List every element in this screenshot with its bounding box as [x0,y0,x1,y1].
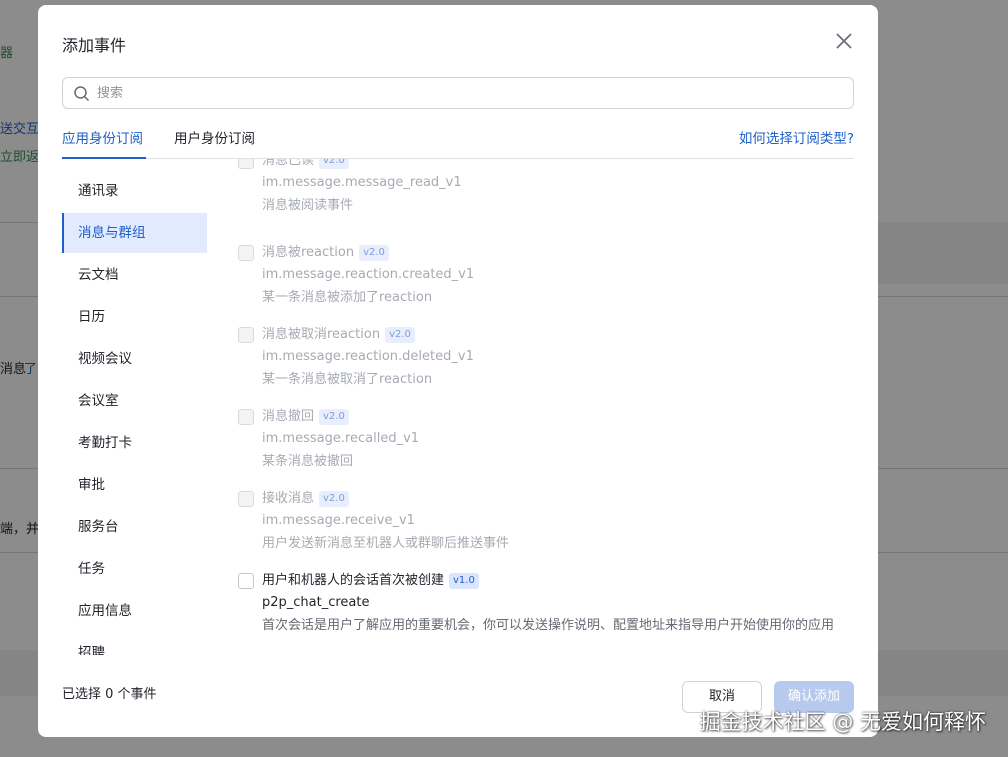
close-icon [836,33,852,49]
event-name: 消息被reaction v2.0 [262,243,389,263]
category-tasks[interactable]: 任务 [62,549,207,589]
event-name-text: 接收消息 [262,491,315,506]
category-approval[interactable]: 审批 [62,465,207,505]
version-badge: v2.0 [359,245,389,261]
version-badge: v1.0 [449,573,479,589]
dialog-title: 添加事件 [62,36,127,55]
category-attendance[interactable]: 考勤打卡 [62,423,207,463]
event-name-text: 消息撤回 [262,409,315,424]
version-badge: v2.0 [319,159,349,169]
event-item: 消息被取消reaction v2.0 im.message.reaction.de… [236,325,848,395]
tab-label: 应用身份订阅 [62,131,143,147]
event-item: 接收消息 v2.0 im.message.receive_v1 用户发送新消息至机… [236,489,848,559]
search-input[interactable] [97,78,837,108]
version-badge: v2.0 [319,491,349,507]
event-description: 用户发送新消息至机器人或群聊后推送事件 [262,536,510,551]
event-key: im.message.recalled_v1 [262,431,420,446]
tab-user-identity[interactable]: 用户身份订阅 [174,127,255,147]
event-key: p2p_chat_create [262,595,370,610]
event-name-text: 消息被reaction [262,245,355,260]
event-key: im.message.message_read_v1 [262,175,462,190]
help-link[interactable]: 如何选择订阅类型? [739,127,854,147]
version-badge: v2.0 [319,409,349,425]
event-name: 消息已读 v2.0 [262,159,349,171]
category-docs[interactable]: 云文档 [62,255,207,295]
category-recruiting[interactable]: 招聘 [62,633,207,655]
add-event-dialog: 添加事件 应用身份订阅 用户身份订阅 如何选择订阅类型? 通讯录 消息与群组 云… [38,5,878,737]
category-helpdesk[interactable]: 服务台 [62,507,207,547]
event-key: im.message.receive_v1 [262,513,415,528]
event-checkbox[interactable] [238,245,254,261]
event-checkbox[interactable] [238,159,254,169]
subscription-tabs: 应用身份订阅 用户身份订阅 如何选择订阅类型? [62,127,854,159]
event-checkbox[interactable] [238,409,254,425]
event-checkbox[interactable] [238,491,254,507]
category-sidebar: 通讯录 消息与群组 云文档 日历 视频会议 会议室 考勤打卡 审批 服务台 任务… [62,171,207,655]
watermark: 掘金技术社区 @ 无爱如何释怀 [699,710,986,734]
category-messages-groups[interactable]: 消息与群组 [62,213,207,253]
search-icon [74,86,90,102]
event-name-text: 消息被取消reaction [262,327,381,342]
tab-label: 用户身份订阅 [174,131,255,147]
event-name: 消息撤回 v2.0 [262,407,349,427]
event-description: 某一条消息被添加了reaction [262,290,433,305]
event-list: 消息已读 v2.0 im.message.message_read_v1 消息被阅… [236,159,848,655]
event-description: 消息被阅读事件 [262,198,354,213]
category-meeting-room[interactable]: 会议室 [62,381,207,421]
event-description: 某条消息被撤回 [262,454,354,469]
search-box[interactable] [62,77,854,109]
category-app-info[interactable]: 应用信息 [62,591,207,631]
category-video-meeting[interactable]: 视频会议 [62,339,207,379]
event-name: 消息被取消reaction v2.0 [262,325,415,345]
event-key: im.message.reaction.deleted_v1 [262,349,474,364]
selected-count: 已选择 0 个事件 [62,687,157,702]
category-contacts[interactable]: 通讯录 [62,171,207,211]
event-item: 消息被reaction v2.0 im.message.reaction.crea… [236,243,848,313]
event-item: 消息撤回 v2.0 im.message.recalled_v1 某条消息被撤回 [236,407,848,477]
active-tab-indicator [62,157,146,159]
event-name-text: 消息已读 [262,159,315,168]
event-description: 首次会话是用户了解应用的重要机会，你可以发送操作说明、配置地址来指导用户开始使用… [262,618,835,633]
event-item: 消息已读 v2.0 im.message.message_read_v1 消息被阅… [236,159,848,215]
event-name: 接收消息 v2.0 [262,489,349,509]
version-badge: v2.0 [385,327,415,343]
event-name: 用户和机器人的会话首次被创建 v1.0 [262,571,479,591]
close-button[interactable] [832,29,856,53]
event-description: 某一条消息被取消了reaction [262,372,433,387]
event-item: 用户和机器人的会话首次被创建 v1.0 p2p_chat_create 首次会话是… [236,571,848,655]
event-checkbox[interactable] [238,573,254,589]
event-key: im.message.reaction.created_v1 [262,267,475,282]
category-calendar[interactable]: 日历 [62,297,207,337]
event-checkbox[interactable] [238,327,254,343]
event-name-text: 用户和机器人的会话首次被创建 [262,573,445,588]
tab-app-identity[interactable]: 应用身份订阅 [62,127,143,147]
